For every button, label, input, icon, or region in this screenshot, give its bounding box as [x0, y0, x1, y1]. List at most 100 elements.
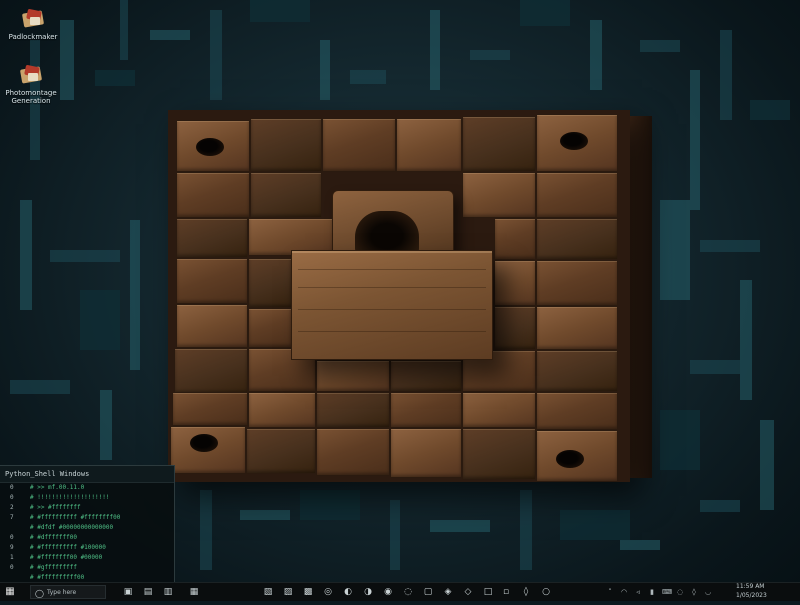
line-number: 0 [10, 494, 14, 501]
wood-block [174, 348, 248, 394]
wood-block [248, 392, 316, 428]
maps-icon[interactable]: ◈ [442, 586, 454, 598]
terminal-line: 0 # >> mf.00.11.0 [0, 483, 174, 493]
wood-block [172, 392, 248, 426]
folder-icon[interactable]: ◑ [362, 586, 374, 598]
cloud-icon[interactable]: ◡ [704, 586, 712, 598]
line-number: 0 [10, 534, 14, 541]
wood-block [316, 360, 390, 392]
mixer-icon[interactable]: ○ [540, 586, 552, 598]
line-text: # #gfffffffff [30, 564, 77, 571]
store-icon[interactable]: ▧ [262, 586, 274, 598]
terminal-line: 0 # !!!!!!!!!!!!!!!!!!!! [0, 493, 174, 503]
wood-block [316, 392, 390, 428]
wood-block [390, 392, 462, 428]
wood-wall-side [630, 116, 652, 478]
paint-icon[interactable]: ◊ [520, 586, 532, 598]
wood-block [536, 260, 618, 306]
terminal-line: 2 # >> #ffffffff [0, 503, 174, 513]
volume-icon[interactable]: ◃ [634, 586, 642, 598]
wood-block [322, 118, 396, 172]
wood-block [494, 218, 536, 260]
task-view-icon[interactable]: ▣ [122, 586, 134, 598]
wood-block [536, 172, 618, 218]
wood-block [462, 392, 536, 428]
clock-date[interactable]: 1/05/2023 [736, 587, 767, 605]
network-icon[interactable]: ◠ [620, 586, 628, 598]
wood-block [494, 260, 536, 306]
music-icon[interactable]: ◐ [342, 586, 354, 598]
terminal-icon[interactable]: ▨ [282, 586, 294, 598]
wood-block [176, 218, 248, 258]
chevron-up-icon[interactable]: ˄ [606, 586, 614, 598]
wood-block [248, 308, 292, 348]
line-number: 1 [10, 554, 14, 561]
settings-icon[interactable]: ◎ [322, 586, 334, 598]
wood-block [248, 258, 292, 308]
battery-icon[interactable]: ▮ [648, 586, 656, 598]
bolt-hole [556, 450, 584, 468]
line-text: # #dfffffff00 [30, 534, 77, 541]
line-number: 0 [10, 484, 14, 491]
calendar-icon[interactable]: ◉ [382, 586, 394, 598]
terminal-line: 9 # #ffffffffff #100000 [0, 543, 174, 553]
line-number: 0 [10, 564, 14, 571]
padlock-body [291, 250, 493, 360]
line-text: # >> #ffffffff [30, 504, 81, 511]
terminal-title: Python_Shell Windows [0, 466, 174, 483]
calculator-icon[interactable]: ▫ [500, 586, 512, 598]
line-number: 7 [10, 514, 14, 521]
bolt-hole [190, 434, 218, 452]
bolt-hole [560, 132, 588, 150]
line-text: # >> mf.00.11.0 [30, 484, 85, 491]
wood-block [462, 116, 536, 172]
line-text: # #ffffffffff #ffffffff00 [30, 514, 121, 521]
line-text: # !!!!!!!!!!!!!!!!!!!! [30, 494, 110, 501]
terminal-line: 0 # #dfffffff00 [0, 533, 174, 543]
line-text: # #ffffffffff #100000 [30, 544, 106, 551]
search-label: Type here [47, 589, 77, 596]
line-text: # #dfdf #00000000000000 [30, 524, 114, 531]
bluetooth-icon[interactable]: ◊ [690, 586, 698, 598]
file-explorer-icon[interactable]: ▤ [142, 586, 154, 598]
terminal-window[interactable]: Python_Shell Windows 0 # >> mf.00.11.0 0 # … [0, 465, 175, 583]
bolt-hole [196, 138, 224, 156]
wood-block [462, 172, 536, 218]
photos-icon[interactable]: ▩ [302, 586, 314, 598]
camera-icon[interactable]: ◌ [402, 586, 414, 598]
taskbar-search[interactable]: ◯ Type here [30, 585, 106, 599]
line-number: 2 [10, 504, 14, 511]
browser-icon[interactable]: ▥ [162, 586, 174, 598]
wood-block [176, 172, 250, 218]
mail-icon[interactable]: ▦ [188, 586, 200, 598]
news-icon[interactable]: □ [482, 586, 494, 598]
wood-block [250, 172, 322, 218]
wood-block [396, 118, 462, 172]
padlock-shackle [332, 190, 454, 254]
wood-block [176, 258, 248, 304]
wood-block [536, 392, 618, 430]
notes-icon[interactable]: ▢ [422, 586, 434, 598]
wood-block [462, 428, 536, 480]
line-text: # #ffffffff00 #00000 [30, 554, 103, 561]
terminal-line: 0 # #gfffffffff [0, 563, 174, 573]
app-shortcut-icon [18, 64, 44, 86]
weather-icon[interactable]: ◇ [462, 586, 474, 598]
wood-block [494, 306, 536, 350]
app-shortcut-icon [20, 8, 46, 30]
wood-block [536, 306, 618, 350]
ink-icon[interactable]: ◌ [676, 586, 684, 598]
wood-block [176, 304, 248, 348]
terminal-line: 7 # #ffffffffff #ffffffff00 [0, 513, 174, 523]
wood-block [390, 360, 462, 392]
taskbar: ▦ ◯ Type here ▣ ▤ ▥ ▦ ▧ ▨ ▩ ◎ ◐ ◑ ◉ ◌ ▢ ◈ ◇ □ ▫ ◊ ○ ˄ ◠ ◃ ▮ ⌨ ◌… [0, 582, 800, 601]
wood-block [250, 118, 322, 172]
wood-block [536, 218, 618, 260]
windows-start-icon[interactable]: ▦ [4, 586, 16, 598]
desktop-shortcut-photomontage[interactable]: Photomontage Generation [0, 64, 62, 105]
desktop-shortcut-label: Padlockmaker [8, 33, 58, 41]
keyboard-icon[interactable]: ⌨ [662, 586, 672, 598]
terminal-line: 1 # #ffffffff00 #00000 [0, 553, 174, 563]
terminal-output: 0 # >> mf.00.11.0 0 # !!!!!!!!!!!!!!!!!!!! 2… [0, 483, 174, 583]
desktop-shortcut-padlockmaker[interactable]: Padlockmaker [2, 8, 64, 41]
